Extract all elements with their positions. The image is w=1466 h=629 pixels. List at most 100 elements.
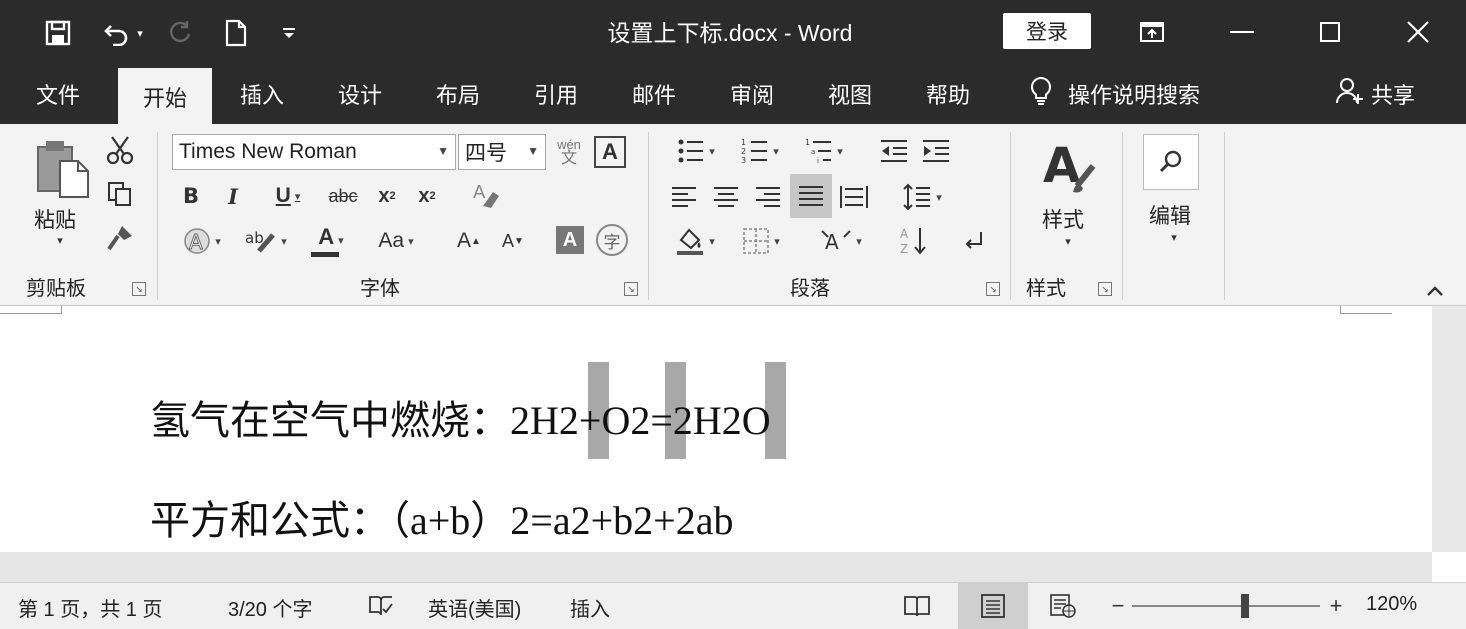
multilevel-list-icon[interactable]: 1 a i ▾ <box>796 134 852 168</box>
increase-indent-icon[interactable] <box>918 134 954 168</box>
document-line-1[interactable]: 氢气在空气中燃烧：2H2+O2=2H2O <box>150 388 771 446</box>
styles-dropdown-icon[interactable]: ▾ <box>1060 234 1076 248</box>
zoom-slider-thumb[interactable] <box>1240 594 1249 618</box>
text-effects-icon[interactable]: A ▾ <box>174 224 230 258</box>
minimize-icon[interactable] <box>1212 12 1272 52</box>
show-formatting-marks-icon[interactable] <box>956 224 990 258</box>
title-bar: ▾ 设置上下标.docx - Word 登录 <box>0 0 1466 64</box>
svg-text:3: 3 <box>741 156 746 165</box>
tab-insert[interactable]: 插入 <box>224 64 300 124</box>
paragraph-launcher-icon[interactable]: ↘ <box>986 282 1000 296</box>
cut-icon[interactable] <box>104 134 136 166</box>
clear-formatting-icon[interactable]: A <box>468 178 504 212</box>
change-case-icon[interactable]: Aa ▾ <box>368 224 424 258</box>
tab-help[interactable]: 帮助 <box>910 64 986 124</box>
svg-text:A: A <box>825 230 839 254</box>
tab-file[interactable]: 文件 <box>20 64 96 124</box>
document-line-2[interactable]: 平方和公式：（a+b）2=a2+b2+2ab <box>150 488 734 546</box>
ribbon-display-options-icon[interactable] <box>1122 12 1182 52</box>
font-launcher-icon[interactable]: ↘ <box>624 282 638 296</box>
document-title: 设置上下标.docx - Word <box>607 20 853 46</box>
maximize-icon[interactable] <box>1300 12 1360 52</box>
editing-button-label[interactable]: 编辑 <box>1149 200 1191 230</box>
align-center-icon[interactable] <box>708 180 744 214</box>
styles-launcher-icon[interactable]: ↘ <box>1098 282 1112 296</box>
font-size-combo[interactable]: 四号 ▼ <box>458 134 546 170</box>
tab-view[interactable]: 视图 <box>812 64 888 124</box>
align-right-icon[interactable] <box>750 180 786 214</box>
customize-icon[interactable] <box>274 16 304 50</box>
collapse-ribbon-icon[interactable] <box>1422 280 1448 302</box>
shading-icon[interactable]: ▾ <box>666 224 724 258</box>
svg-text:A: A <box>900 227 909 241</box>
justify-icon[interactable] <box>790 174 832 218</box>
new-doc-icon[interactable] <box>218 16 254 50</box>
tab-design[interactable]: 设计 <box>322 64 398 124</box>
subscript-icon[interactable]: x2 <box>370 180 404 212</box>
align-left-icon[interactable] <box>666 180 702 214</box>
underline-icon[interactable]: U ▾ <box>260 180 316 212</box>
svg-text:A: A <box>1043 138 1080 194</box>
search-icon[interactable] <box>1143 134 1199 190</box>
zoom-in-icon[interactable]: + <box>1326 591 1346 621</box>
zoom-level[interactable]: 120% <box>1366 593 1417 616</box>
insert-mode[interactable]: 插入 <box>570 593 610 622</box>
decrease-indent-icon[interactable] <box>876 134 912 168</box>
tab-home[interactable]: 开始 <box>118 68 212 126</box>
margin-mark-right <box>1340 306 1392 314</box>
superscript-icon[interactable]: x2 <box>410 180 444 212</box>
highlight-color-icon[interactable]: ab ▾ <box>236 224 296 258</box>
font-color-icon[interactable]: A ▾ <box>302 224 360 258</box>
login-button[interactable]: 登录 <box>1003 13 1091 49</box>
copy-icon[interactable] <box>104 178 136 210</box>
svg-text:A: A <box>473 182 486 203</box>
bullets-icon[interactable]: ▾ <box>668 134 724 168</box>
shrink-font-icon[interactable]: A ▼ <box>498 224 528 258</box>
grow-font-icon[interactable]: A ▲ <box>454 224 484 258</box>
page-count[interactable]: 第 1 页，共 1 页 <box>18 593 162 622</box>
bold-icon[interactable]: B <box>176 180 206 212</box>
tab-mailings[interactable]: 邮件 <box>616 64 692 124</box>
font-name-combo[interactable]: Times New Roman ▼ <box>172 134 456 170</box>
tab-layout[interactable]: 布局 <box>420 64 496 124</box>
styles-gallery-icon[interactable]: A <box>1036 134 1100 198</box>
line-spacing-icon[interactable]: ▾ <box>894 180 950 214</box>
enclose-characters-icon[interactable]: 字 <box>596 224 628 256</box>
tab-review[interactable]: 审阅 <box>714 64 790 124</box>
paragraph-group-label: 段落 <box>790 278 830 300</box>
web-layout-icon[interactable] <box>1046 591 1080 621</box>
undo-icon[interactable]: ▾ <box>96 16 150 50</box>
numbering-icon[interactable]: 1 2 3 ▾ <box>732 134 788 168</box>
distributed-icon[interactable] <box>836 180 872 214</box>
paste-icon[interactable] <box>30 136 94 202</box>
save-icon[interactable] <box>36 16 80 50</box>
vertical-scrollbar[interactable] <box>1432 306 1466 552</box>
share-button[interactable]: 共享 <box>1335 64 1415 124</box>
group-divider <box>648 132 649 300</box>
editing-dropdown-icon[interactable]: ▾ <box>1166 230 1182 244</box>
clipboard-launcher-icon[interactable]: ↘ <box>132 282 146 296</box>
character-shading-icon[interactable]: A <box>556 226 584 254</box>
tell-me-search[interactable]: 操作说明搜索 <box>1030 64 1200 124</box>
styles-button-label[interactable]: 样式 <box>1042 204 1084 234</box>
read-mode-icon[interactable] <box>900 591 934 621</box>
italic-icon[interactable]: I <box>218 180 248 212</box>
tab-references[interactable]: 引用 <box>518 64 594 124</box>
sort-icon[interactable]: AZ <box>896 224 932 258</box>
asian-layout-icon[interactable]: A ▾ <box>812 224 870 258</box>
proofing-icon[interactable] <box>366 591 396 619</box>
paste-dropdown-icon[interactable]: ▾ <box>52 232 68 248</box>
word-count[interactable]: 3/20 个字 <box>228 593 312 622</box>
phonetic-guide-icon[interactable]: wén 文 <box>552 132 586 172</box>
zoom-slider-track[interactable] <box>1132 605 1320 607</box>
strikethrough-icon[interactable]: abc <box>322 180 364 212</box>
character-border-icon[interactable]: A <box>594 136 626 168</box>
format-painter-icon[interactable] <box>104 222 136 254</box>
zoom-out-icon[interactable]: − <box>1108 591 1128 621</box>
borders-icon[interactable]: ▾ <box>732 224 790 258</box>
language-indicator[interactable]: 英语(美国) <box>428 593 521 622</box>
print-layout-icon[interactable] <box>976 591 1010 621</box>
close-icon[interactable] <box>1388 12 1448 52</box>
redo-icon[interactable] <box>160 16 200 50</box>
styles-group-label: 样式 <box>1026 278 1066 300</box>
